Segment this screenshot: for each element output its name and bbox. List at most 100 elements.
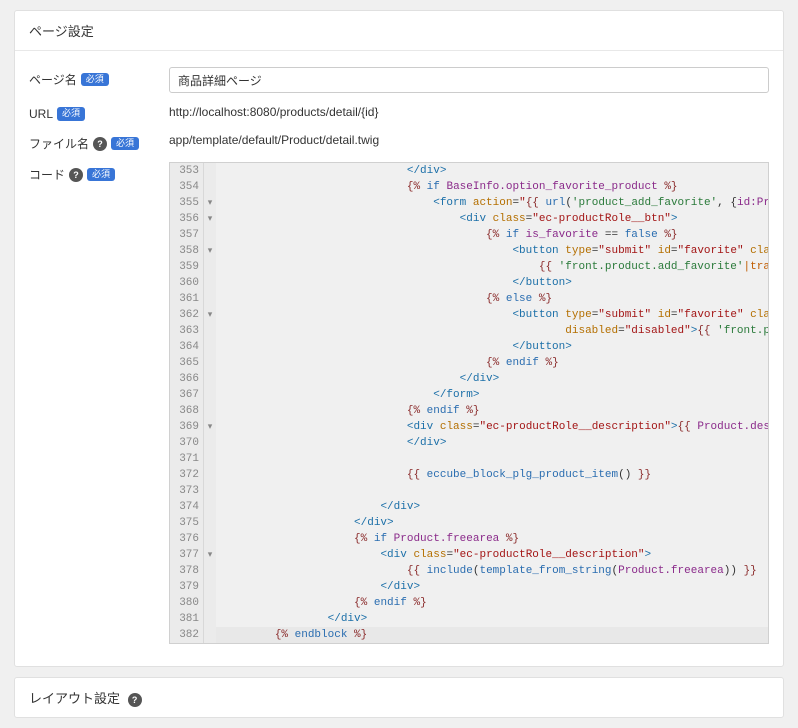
code-content[interactable]: </div> <box>216 499 420 515</box>
fold-toggle-icon <box>204 451 216 467</box>
code-line[interactable]: 365 {% endif %} <box>170 355 768 371</box>
code-line[interactable]: 353 </div> <box>170 163 768 179</box>
code-content[interactable]: </form> <box>216 387 479 403</box>
layout-settings-title: レイアウト設定 <box>29 691 120 706</box>
code-content[interactable]: {% if is_favorite == false %} <box>216 227 678 243</box>
code-line[interactable]: 354 {% if BaseInfo.option_favorite_produ… <box>170 179 768 195</box>
code-content[interactable]: <div class="ec-productRole__description"… <box>216 419 769 435</box>
code-content[interactable]: </div> <box>216 515 394 531</box>
code-line[interactable]: 370 </div> <box>170 435 768 451</box>
fold-toggle-icon[interactable]: ▾ <box>204 419 216 435</box>
fold-toggle-icon[interactable]: ▾ <box>204 195 216 211</box>
gutter-line-number: 379 <box>170 579 204 595</box>
code-content[interactable]: {{ include(template_from_string(Product.… <box>216 563 757 579</box>
code-line[interactable]: 358▾ <button type="submit" id="favorite"… <box>170 243 768 259</box>
page-settings-title: ページ設定 <box>29 24 94 39</box>
code-content[interactable]: <button type="submit" id="favorite" clas… <box>216 307 769 323</box>
code-line[interactable]: 382 {% endblock %} <box>170 627 768 643</box>
code-line[interactable]: 380 {% endif %} <box>170 595 768 611</box>
fold-toggle-icon <box>204 499 216 515</box>
code-line[interactable]: 379 </div> <box>170 579 768 595</box>
gutter-line-number: 355 <box>170 195 204 211</box>
code-content[interactable]: </div> <box>216 163 446 179</box>
fold-toggle-icon <box>204 371 216 387</box>
code-line[interactable]: 372 {{ eccube_block_plg_product_item() }… <box>170 467 768 483</box>
code-content[interactable]: {% else %} <box>216 291 552 307</box>
code-content[interactable]: disabled="disabled">{{ 'front.product.ad… <box>216 323 769 339</box>
code-line[interactable]: 356▾ <div class="ec-productRole__btn"> <box>170 211 768 227</box>
code-content[interactable]: {% endblock %} <box>216 627 367 643</box>
url-value: http://localhost:8080/products/detail/{i… <box>169 103 769 121</box>
code-line[interactable]: 364 </button> <box>170 339 768 355</box>
fold-toggle-icon[interactable]: ▾ <box>204 307 216 323</box>
code-line[interactable]: 374 </div> <box>170 499 768 515</box>
gutter-line-number: 362 <box>170 307 204 323</box>
code-line[interactable]: 376 {% if Product.freearea %} <box>170 531 768 547</box>
fold-toggle-icon <box>204 275 216 291</box>
code-line[interactable]: 368 {% endif %} <box>170 403 768 419</box>
code-line[interactable]: 361 {% else %} <box>170 291 768 307</box>
code-line[interactable]: 357 {% if is_favorite == false %} <box>170 227 768 243</box>
code-content[interactable]: <form action="{{ url('product_add_favori… <box>216 195 769 211</box>
code-content[interactable]: <div class="ec-productRole__btn"> <box>216 211 678 227</box>
layout-settings-panel: レイアウト設定 ? <box>14 677 784 718</box>
code-editor[interactable]: 353 </div>354 {% if BaseInfo.option_favo… <box>169 162 769 644</box>
code-line[interactable]: 371 <box>170 451 768 467</box>
fold-toggle-icon[interactable]: ▾ <box>204 211 216 227</box>
code-content[interactable]: </button> <box>216 275 572 291</box>
code-content[interactable]: </div> <box>216 611 367 627</box>
help-icon[interactable]: ? <box>128 693 142 707</box>
code-line[interactable]: 377▾ <div class="ec-productRole__descrip… <box>170 547 768 563</box>
code-line[interactable]: 367 </form> <box>170 387 768 403</box>
code-content[interactable]: {% if BaseInfo.option_favorite_product %… <box>216 179 678 195</box>
row-file-name: ファイル名 ? 必須 app/template/default/Product/… <box>29 131 769 152</box>
code-content[interactable]: </div> <box>216 371 499 387</box>
gutter-line-number: 363 <box>170 323 204 339</box>
code-content[interactable]: {% if Product.freearea %} <box>216 531 519 547</box>
code-content[interactable]: <div class="ec-productRole__description"… <box>216 547 651 563</box>
fold-toggle-icon <box>204 323 216 339</box>
help-icon[interactable]: ? <box>93 137 107 151</box>
row-page-name: ページ名 必須 <box>29 67 769 93</box>
gutter-line-number: 372 <box>170 467 204 483</box>
code-content[interactable]: {% endif %} <box>216 355 559 371</box>
fold-toggle-icon[interactable]: ▾ <box>204 547 216 563</box>
code-line[interactable]: 360 </button> <box>170 275 768 291</box>
fold-toggle-icon <box>204 467 216 483</box>
code-content[interactable] <box>216 451 222 467</box>
code-content[interactable]: {{ 'front.product.add_favorite'|trans }} <box>216 259 769 275</box>
code-content[interactable]: {{ eccube_block_plg_product_item() }} <box>216 467 651 483</box>
gutter-line-number: 366 <box>170 371 204 387</box>
code-line[interactable]: 359 {{ 'front.product.add_favorite'|tran… <box>170 259 768 275</box>
code-content[interactable]: </div> <box>216 435 446 451</box>
code-line[interactable]: 355▾ <form action="{{ url('product_add_f… <box>170 195 768 211</box>
code-line[interactable]: 381 </div> <box>170 611 768 627</box>
code-line[interactable]: 363 disabled="disabled">{{ 'front.produc… <box>170 323 768 339</box>
code-content[interactable] <box>216 483 222 499</box>
help-icon[interactable]: ? <box>69 168 83 182</box>
fold-toggle-icon <box>204 179 216 195</box>
fold-toggle-icon <box>204 627 216 643</box>
fold-toggle-icon <box>204 435 216 451</box>
page-name-input[interactable] <box>169 67 769 93</box>
code-line[interactable]: 362▾ <button type="submit" id="favorite"… <box>170 307 768 323</box>
gutter-line-number: 358 <box>170 243 204 259</box>
required-badge: 必須 <box>57 107 85 121</box>
code-content[interactable]: </div> <box>216 579 420 595</box>
code-content[interactable]: </button> <box>216 339 572 355</box>
code-line[interactable]: 369▾ <div class="ec-productRole__descrip… <box>170 419 768 435</box>
code-line[interactable]: 366 </div> <box>170 371 768 387</box>
fold-toggle-icon[interactable]: ▾ <box>204 243 216 259</box>
code-line[interactable]: 373 <box>170 483 768 499</box>
code-content[interactable]: {% endif %} <box>216 403 479 419</box>
fold-toggle-icon <box>204 387 216 403</box>
file-name-value: app/template/default/Product/detail.twig <box>169 131 769 149</box>
code-line[interactable]: 375 </div> <box>170 515 768 531</box>
code-content[interactable]: {% endif %} <box>216 595 427 611</box>
gutter-line-number: 370 <box>170 435 204 451</box>
gutter-line-number: 375 <box>170 515 204 531</box>
code-content[interactable]: <button type="submit" id="favorite" clas… <box>216 243 769 259</box>
fold-toggle-icon <box>204 355 216 371</box>
gutter-line-number: 376 <box>170 531 204 547</box>
code-line[interactable]: 378 {{ include(template_from_string(Prod… <box>170 563 768 579</box>
